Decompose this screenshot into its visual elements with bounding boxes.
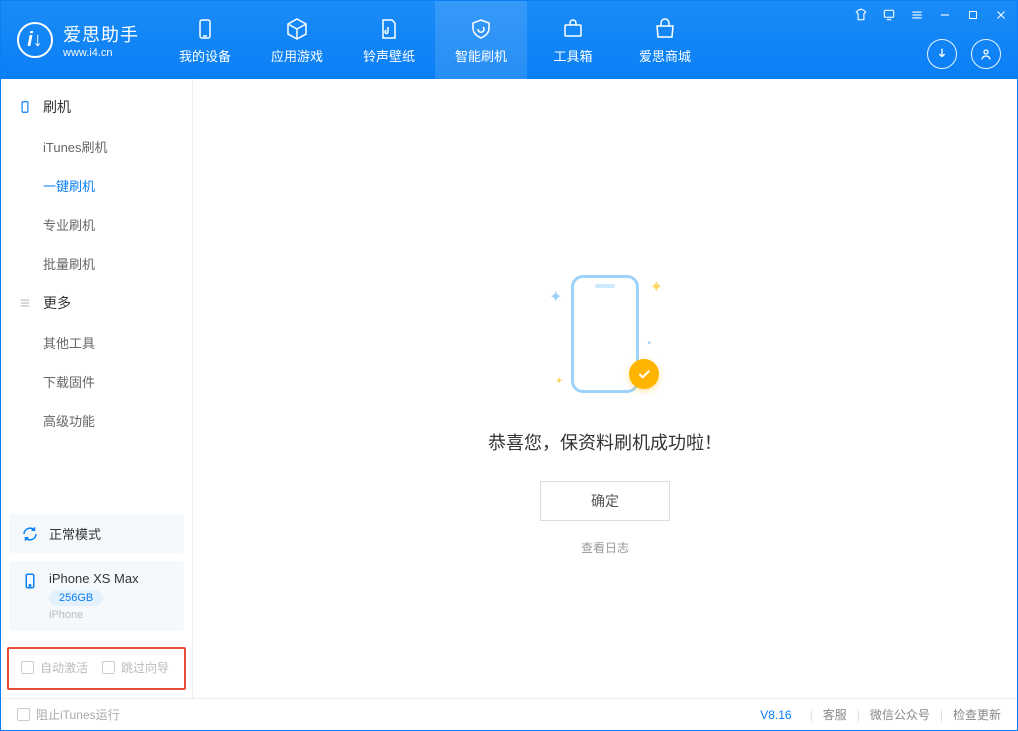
- footer-link-update[interactable]: 检查更新: [953, 706, 1001, 723]
- success-message: 恭喜您，保资料刷机成功啦！: [488, 429, 722, 455]
- sidebar-item-pro-flash[interactable]: 专业刷机: [1, 205, 192, 244]
- success-illustration: ✦ ✦ ✦ •: [545, 269, 665, 399]
- shield-refresh-icon: [468, 16, 494, 42]
- footer-link-support[interactable]: 客服: [823, 706, 847, 723]
- store-icon: [652, 16, 678, 42]
- user-icon[interactable]: [971, 39, 1001, 69]
- app-url: www.i4.cn: [63, 47, 139, 59]
- tab-store[interactable]: 爱思商城: [619, 1, 711, 79]
- checkbox-block-itunes[interactable]: 阻止iTunes运行: [17, 706, 120, 723]
- menu-icon[interactable]: [909, 7, 925, 23]
- tab-my-device[interactable]: 我的设备: [159, 1, 251, 79]
- device-mode-box[interactable]: 正常模式: [9, 514, 184, 553]
- close-icon[interactable]: [993, 7, 1009, 23]
- tab-apps-games[interactable]: 应用游戏: [251, 1, 343, 79]
- flash-options-row: 自动激活 跳过向导: [7, 647, 186, 690]
- header: i↓ 爱思助手 www.i4.cn 我的设备 应用游戏 铃声壁纸 智能刷机: [1, 1, 1017, 79]
- view-log-link[interactable]: 查看日志: [581, 539, 629, 556]
- sidebar: 刷机 iTunes刷机 一键刷机 专业刷机 批量刷机 更多 其他工具 下载固件 …: [1, 79, 193, 698]
- device-storage-badge: 256GB: [49, 590, 103, 606]
- cube-icon: [284, 16, 310, 42]
- device-info-box[interactable]: iPhone XS Max 256GB iPhone: [9, 561, 184, 631]
- device-phone-icon: [21, 572, 39, 590]
- sparkle-icon: •: [647, 338, 651, 349]
- checkbox-icon: [17, 708, 30, 721]
- logo[interactable]: i↓ 爱思助手 www.i4.cn: [1, 1, 159, 79]
- sparkle-icon: ✦: [650, 277, 663, 297]
- footer: 阻止iTunes运行 V8.16 | 客服 | 微信公众号 | 检查更新: [1, 698, 1017, 730]
- maximize-icon[interactable]: [965, 7, 981, 23]
- sidebar-item-itunes-flash[interactable]: iTunes刷机: [1, 127, 192, 166]
- minimize-icon[interactable]: [937, 7, 953, 23]
- sidebar-item-other-tools[interactable]: 其他工具: [1, 323, 192, 362]
- skin-icon[interactable]: [853, 7, 869, 23]
- sidebar-group-more[interactable]: 更多: [1, 283, 192, 323]
- checkbox-skip-guide[interactable]: 跳过向导: [102, 659, 169, 676]
- sidebar-item-oneclick-flash[interactable]: 一键刷机: [1, 166, 192, 205]
- music-file-icon: [376, 16, 402, 42]
- toolbox-icon: [560, 16, 586, 42]
- top-tabs: 我的设备 应用游戏 铃声壁纸 智能刷机 工具箱 爱思商城: [159, 1, 711, 79]
- main-content: ✦ ✦ ✦ • 恭喜您，保资料刷机成功啦！ 确定 查看日志: [193, 79, 1017, 698]
- body: 刷机 iTunes刷机 一键刷机 专业刷机 批量刷机 更多 其他工具 下载固件 …: [1, 79, 1017, 698]
- sparkle-icon: ✦: [549, 287, 562, 307]
- tab-ringtone-wallpaper[interactable]: 铃声壁纸: [343, 1, 435, 79]
- sparkle-icon: ✦: [555, 376, 563, 387]
- ok-button[interactable]: 确定: [540, 481, 670, 521]
- device-name: iPhone XS Max: [49, 571, 139, 586]
- version-label: V8.16: [760, 708, 791, 722]
- list-icon: [17, 295, 33, 311]
- phone-outline-icon: [17, 99, 33, 115]
- app-window: i↓ 爱思助手 www.i4.cn 我的设备 应用游戏 铃声壁纸 智能刷机: [0, 0, 1018, 731]
- checkbox-icon: [21, 661, 34, 674]
- sidebar-group-flash[interactable]: 刷机: [1, 87, 192, 127]
- device-panel: 正常模式 iPhone XS Max 256GB iPhone: [1, 506, 192, 647]
- checkbox-auto-activate[interactable]: 自动激活: [21, 659, 88, 676]
- sidebar-item-download-firmware[interactable]: 下载固件: [1, 362, 192, 401]
- device-mode-label: 正常模式: [49, 524, 101, 543]
- checkbox-icon: [102, 661, 115, 674]
- phone-icon: [192, 16, 218, 42]
- logo-icon: i↓: [17, 22, 53, 58]
- tab-toolbox[interactable]: 工具箱: [527, 1, 619, 79]
- refresh-icon: [21, 525, 39, 543]
- checkmark-badge-icon: [629, 359, 659, 389]
- sidebar-item-batch-flash[interactable]: 批量刷机: [1, 244, 192, 283]
- sidebar-item-advanced[interactable]: 高级功能: [1, 401, 192, 440]
- window-controls: [853, 7, 1009, 23]
- header-actions: [927, 39, 1001, 69]
- tab-smart-flash[interactable]: 智能刷机: [435, 1, 527, 79]
- footer-link-wechat[interactable]: 微信公众号: [870, 706, 930, 723]
- download-icon[interactable]: [927, 39, 957, 69]
- device-type: iPhone: [49, 609, 139, 621]
- app-name: 爱思助手: [63, 21, 139, 47]
- feedback-icon[interactable]: [881, 7, 897, 23]
